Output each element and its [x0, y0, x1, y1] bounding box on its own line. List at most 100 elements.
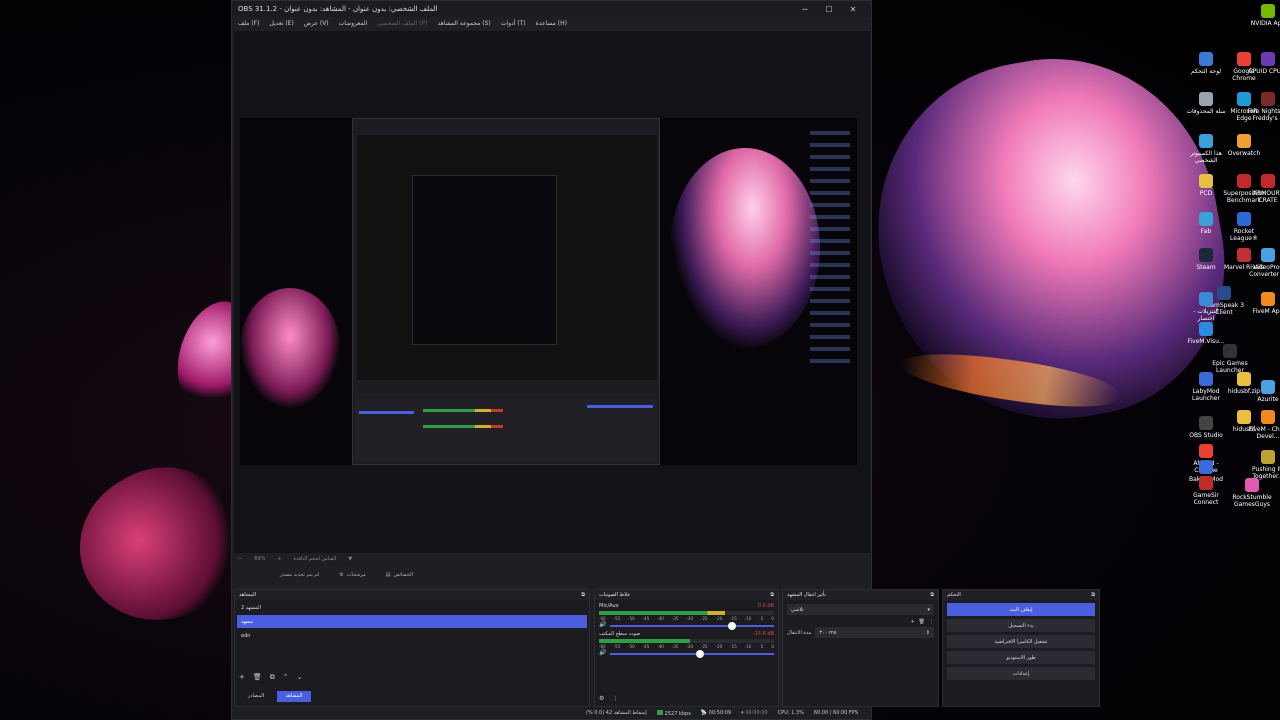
zoom-out-button[interactable]: − [238, 556, 242, 562]
dock-undock-icon[interactable]: ⧉ [930, 592, 934, 598]
remove-transition-icon[interactable]: 🗑 [919, 619, 925, 625]
dropped-frames: إسقاط المشاهد 42 (0.0 %) [586, 710, 647, 716]
mixer-menu-icon[interactable]: ⋮ [612, 695, 618, 702]
volume-row: 🔊 [599, 649, 774, 658]
start-recording-button[interactable]: بدء التسجيل [947, 619, 1095, 632]
speaker-icon[interactable]: 🔊 [599, 649, 606, 656]
desktop-shortcut[interactable]: FiveM App [1246, 292, 1280, 315]
stop-streaming-button[interactable]: إيقاف البث [947, 603, 1095, 616]
desktop-shortcut-label: GameSir Connect [1193, 492, 1219, 506]
zoom-dropdown-icon[interactable]: ▼ [348, 556, 352, 562]
desktop-shortcut[interactable]: VideoProc Converter AI [1246, 248, 1280, 278]
maximize-button[interactable]: ☐ [817, 5, 841, 14]
desktop-shortcut[interactable]: Epic Games Launcher [1208, 344, 1252, 374]
mixer-channel-header: صوت سطح المكتب -15.8 dB [599, 631, 774, 637]
mixer-channels: Mic/Aux 0.0 dB -60 -55 -50 -45 -40 -35 -30 -25 -20… [595, 603, 778, 658]
nested-meter [423, 409, 503, 412]
desktop-shortcut[interactable]: Rocket League® [1222, 212, 1266, 242]
add-scene-icon[interactable]: + [239, 673, 245, 682]
tick-label: -15 [730, 644, 737, 649]
zoom-value: 69% [254, 556, 266, 562]
desktop-shortcut[interactable]: RockStumble GamesGuys [1230, 478, 1274, 508]
desktop-shortcut[interactable]: Overwatch [1222, 134, 1266, 157]
move-down-icon[interactable]: ⌄ [297, 673, 303, 682]
tick-label: -10 [744, 616, 752, 621]
volume-slider-knob[interactable] [695, 650, 704, 658]
channel-db: 0.0 dB [757, 603, 774, 609]
app-icon [1237, 212, 1251, 226]
tick-label: -10 [744, 644, 752, 649]
properties-label: الخصائص [393, 572, 414, 578]
dock-tab[interactable]: المصادر [239, 691, 273, 702]
window-title: OBS 31.1.2 - الملف الشخصي: بدون عنوان - … [238, 5, 438, 13]
transitions-dock: تأثير انتقال المشهد ⧉ تلاشي ▾ + 🗑 ⋮ مدة … [782, 589, 939, 707]
transition-menu-icon[interactable]: ⋮ [929, 619, 934, 625]
zoom-fit[interactable]: القياس لحجم النافذة [294, 556, 337, 562]
menu-item[interactable]: الملف الشخصي (P) [377, 20, 427, 27]
no-source-label: لم يتم تحديد مصدر [280, 572, 320, 578]
advanced-audio-icon[interactable]: ⚙ [599, 695, 604, 702]
add-transition-icon[interactable]: + [910, 619, 914, 625]
desktop-shortcut-label: VideoProc Converter AI [1249, 264, 1280, 278]
studio-mode-button[interactable]: طور الاستوديو [947, 651, 1095, 664]
spin-icon: ⇕ [925, 629, 930, 636]
desktop-shortcut[interactable]: Azurite [1246, 380, 1280, 403]
scene-toolbar: + 🗑 ⧉ ⌃ ⌄ [239, 673, 303, 682]
scene-filters-icon[interactable]: ⧉ [270, 673, 275, 682]
dock-undock-icon[interactable]: ⧉ [770, 592, 774, 598]
desktop-shortcut[interactable]: NVIDIA App [1246, 4, 1280, 27]
volume-slider[interactable] [610, 622, 774, 630]
move-up-icon[interactable]: ⌃ [283, 673, 289, 682]
menu-item[interactable]: أدوات (T) [501, 20, 526, 27]
menu-item[interactable]: ملف (F) [238, 20, 259, 27]
remove-scene-icon[interactable]: 🗑 [253, 673, 262, 682]
desktop-shortcut[interactable]: GameSir Connect [1184, 476, 1228, 506]
menu-item[interactable]: المعروضات [339, 20, 368, 27]
scene-item[interactable]: المشهد 2 [237, 601, 587, 614]
properties-icon: ▤ [385, 572, 391, 578]
desktop-shortcut[interactable]: Five Nights at Freddy's 4 [1246, 92, 1280, 122]
desktop-shortcut[interactable]: FiveM.Visu... [1184, 322, 1228, 345]
speaker-icon[interactable]: 🔊 [599, 621, 606, 628]
tick-label: -40 [657, 616, 664, 621]
properties-button[interactable]: ▤ الخصائص [386, 572, 413, 578]
menu-item[interactable]: تعديل (E) [269, 20, 293, 27]
volume-slider-knob[interactable] [728, 622, 737, 630]
settings-button[interactable]: إعدادات [947, 667, 1095, 680]
duration-row: مدة الانتقال ٣٠٠ ms ⇕ [787, 627, 934, 638]
menu-item[interactable]: عرض (V) [304, 20, 329, 27]
close-button[interactable]: ✕ [841, 5, 865, 14]
transition-tools: + 🗑 ⋮ [787, 619, 934, 625]
transition-select[interactable]: تلاشي ▾ [787, 604, 934, 615]
volume-slider[interactable] [610, 650, 774, 658]
zoom-bar: − 69% + القياس لحجم النافذة ▼ [236, 554, 868, 564]
filters-button[interactable]: ⚙ مرشحات [339, 572, 366, 578]
desktop-shortcut[interactable]: التنزيلات - اختصار [1184, 292, 1228, 322]
connection-indicator [656, 709, 663, 715]
dock-undock-icon[interactable]: ⧉ [1091, 592, 1095, 598]
desktop-shortcut[interactable]: CPUID CPU-Z [1246, 52, 1280, 75]
desktop-shortcut[interactable]: ARMOURY CRATE [1246, 174, 1280, 204]
desktop-shortcut[interactable]: Pushing It! Together... [1246, 450, 1280, 480]
tick-label: -35 [671, 644, 679, 649]
dock-tab[interactable]: المشاهد [277, 691, 311, 702]
dock-undock-icon[interactable]: ⧉ [581, 592, 585, 598]
scene-item[interactable]: مشهد [237, 615, 587, 628]
app-icon [1261, 248, 1275, 262]
desktop-shortcut[interactable]: FiveM - Chub Devel... [1246, 410, 1280, 440]
zoom-in-button[interactable]: + [277, 556, 281, 562]
app-icon [1199, 322, 1213, 336]
app-icon [1199, 460, 1213, 474]
tick-label: -35 [671, 616, 679, 621]
menu-item[interactable]: مساعدة (H) [536, 20, 567, 27]
start-virtual-camera-button[interactable]: تشغيل الكاميرا الافتراضية [947, 635, 1095, 648]
app-icon [1199, 444, 1213, 458]
preview-area[interactable] [234, 31, 870, 553]
stream-preview[interactable] [240, 118, 857, 465]
duration-field[interactable]: ٣٠٠ ms ⇕ [815, 627, 934, 638]
scene-item[interactable]: edn [237, 629, 587, 642]
nested-scene-selected [359, 411, 414, 414]
nested-meter [423, 425, 503, 428]
menu-item[interactable]: مجموعة المشاهد (S) [438, 20, 491, 27]
minimize-button[interactable]: ─ [793, 5, 817, 14]
